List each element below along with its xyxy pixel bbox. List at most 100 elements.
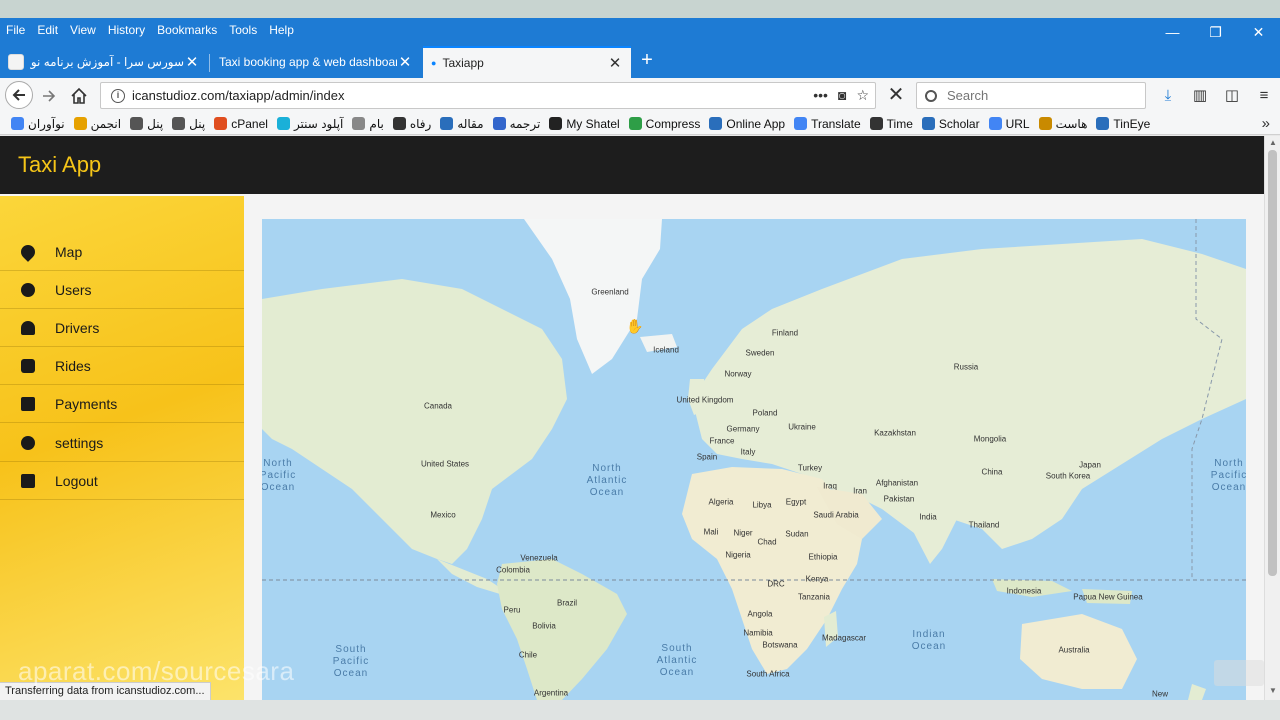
tab-separator xyxy=(209,54,210,72)
home-icon xyxy=(71,87,87,104)
bookmark-item[interactable]: Compress xyxy=(628,116,701,131)
bookmark-item[interactable]: هاست xyxy=(1038,116,1088,131)
back-arrow-icon xyxy=(12,89,25,101)
page-scrollbar[interactable]: ▲ ▼ xyxy=(1264,136,1280,700)
desktop-strip xyxy=(0,0,1280,18)
map-ocean-label: North Atlantic Ocean xyxy=(586,463,628,498)
forward-button[interactable] xyxy=(36,83,62,109)
driver-icon xyxy=(0,320,55,335)
menu-view[interactable]: View xyxy=(64,23,102,37)
app-title[interactable]: Taxi App xyxy=(18,152,101,178)
map-country-label: Turkey xyxy=(797,463,823,473)
bookmark-item[interactable]: آپلود سنتر xyxy=(276,117,343,131)
close-tab-icon[interactable]: ✕ xyxy=(607,54,623,72)
bookmark-item[interactable]: TinEye xyxy=(1096,117,1150,131)
bookmark-item[interactable]: Scholar xyxy=(921,116,980,131)
sidebar-item-payments[interactable]: Payments xyxy=(0,385,244,423)
bookmark-favicon-icon xyxy=(794,117,808,130)
url-bar[interactable]: i icanstudioz.com/taxiapp/admin/index ••… xyxy=(100,82,876,109)
back-button[interactable] xyxy=(5,81,33,109)
logout-icon xyxy=(0,473,55,488)
bookmark-star-icon[interactable]: ☆ xyxy=(856,87,869,104)
map-country-label: Afghanistan xyxy=(875,478,919,488)
bookmark-item[interactable]: URL xyxy=(988,117,1030,131)
library-icon[interactable]: ▥ xyxy=(1184,83,1216,107)
bookmark-favicon-icon xyxy=(628,117,642,130)
bookmark-label: پنل xyxy=(189,116,206,131)
bookmark-label: پنل xyxy=(147,116,164,131)
sidebar-item-drivers[interactable]: Drivers xyxy=(0,309,244,347)
bookmark-item[interactable]: پنل xyxy=(172,117,205,131)
bookmark-favicon-icon xyxy=(276,117,290,130)
bookmark-item[interactable]: رفاه xyxy=(392,117,431,131)
bookmark-item[interactable]: Time xyxy=(869,117,913,131)
tab-taxiapp[interactable]: ● Taxiapp ✕ xyxy=(423,46,631,78)
menu-help[interactable]: Help xyxy=(263,23,300,37)
map-country-label: Ethiopia xyxy=(808,552,838,562)
pocket-icon[interactable]: ◙ xyxy=(838,87,846,104)
bookmark-item[interactable]: انجمن xyxy=(73,117,121,131)
world-map[interactable]: Greenland Iceland Finland Sweden Norway Russi… xyxy=(262,219,1246,700)
map-country-label: Mongolia xyxy=(973,434,1007,444)
bookmark-item[interactable]: My Shatel xyxy=(549,117,620,131)
home-button[interactable] xyxy=(66,83,92,109)
map-country-label: South Africa xyxy=(746,669,790,679)
scroll-thumb[interactable] xyxy=(1268,150,1277,576)
hamburger-menu-icon[interactable]: ≡ xyxy=(1248,83,1280,107)
map-country-label: Venezuela xyxy=(520,553,558,563)
bookmark-item[interactable]: Translate xyxy=(794,117,861,131)
sidebar-item-logout[interactable]: Logout xyxy=(0,462,244,500)
gears-icon xyxy=(0,435,55,450)
bookmark-label: Compress xyxy=(645,116,701,131)
bookmark-favicon-icon xyxy=(73,117,87,130)
page-actions-icon[interactable]: ••• xyxy=(813,87,828,104)
bookmark-favicon-icon xyxy=(921,117,935,130)
site-info-icon[interactable]: i xyxy=(111,88,125,103)
download-icon[interactable]: ⤓ xyxy=(1152,83,1184,107)
stop-loading-button[interactable]: ✕ xyxy=(884,83,908,107)
bookmark-favicon-icon xyxy=(172,117,186,130)
sidebar-item-label: Map xyxy=(55,243,83,260)
search-input[interactable] xyxy=(947,88,1127,103)
more-bookmarks-icon[interactable]: » xyxy=(1262,115,1270,132)
bookmark-favicon-icon xyxy=(709,117,723,130)
map-country-label: South Korea xyxy=(1045,471,1091,481)
menu-file[interactable]: File xyxy=(0,23,31,37)
menu-history[interactable]: History xyxy=(102,23,151,37)
map-marker-icon xyxy=(0,241,55,262)
close-tab-icon[interactable]: ✕ xyxy=(397,53,413,71)
scroll-down-icon[interactable]: ▼ xyxy=(1268,686,1278,695)
sidebar-toggle-icon[interactable]: ◫ xyxy=(1216,83,1248,107)
bookmark-favicon-icon xyxy=(440,117,454,130)
map-country-label: Niger xyxy=(733,528,753,538)
sidebar-item-rides[interactable]: Rides xyxy=(0,347,244,385)
bookmark-label: Scholar xyxy=(938,116,980,131)
tab-sourcesara[interactable]: سورس سرا - آموزش برنامه نویسی ✕ xyxy=(0,46,208,78)
bookmark-item[interactable]: ترجمه xyxy=(492,117,540,131)
bookmark-item[interactable]: cPanel xyxy=(214,117,268,131)
bookmark-label: Online App xyxy=(726,116,786,131)
menu-bookmarks[interactable]: Bookmarks xyxy=(151,23,223,37)
bookmark-item[interactable]: مقاله xyxy=(440,117,484,131)
menu-edit[interactable]: Edit xyxy=(31,23,64,37)
new-tab-button[interactable]: + xyxy=(636,50,658,72)
bookmark-label: هاست xyxy=(1055,116,1088,131)
scroll-up-icon[interactable]: ▲ xyxy=(1268,138,1278,147)
map-country-label: Thailand xyxy=(968,520,1000,530)
search-bar[interactable] xyxy=(916,82,1146,109)
bookmark-item[interactable]: نوآوران xyxy=(11,117,65,131)
sidebar-item-settings[interactable]: settings xyxy=(0,424,244,462)
bookmark-item[interactable]: بام xyxy=(352,117,384,131)
menu-tools[interactable]: Tools xyxy=(223,23,263,37)
tab-taxi-booking[interactable]: Taxi booking app & web dashboard ✕ xyxy=(211,46,421,78)
sidebar-item-map[interactable]: Map xyxy=(0,233,244,271)
sidebar-item-users[interactable]: Users xyxy=(0,271,244,309)
url-text[interactable]: icanstudioz.com/taxiapp/admin/index xyxy=(132,88,813,103)
bookmark-item[interactable]: Online App xyxy=(709,117,785,131)
map-country-label: Algeria xyxy=(708,497,734,507)
map-country-label: Ukraine xyxy=(788,422,816,432)
map-country-label: Spain xyxy=(696,452,718,462)
close-tab-icon[interactable]: ✕ xyxy=(184,53,200,71)
bookmark-item[interactable]: پنل xyxy=(130,117,163,131)
map-country-label: Mali xyxy=(703,527,719,537)
